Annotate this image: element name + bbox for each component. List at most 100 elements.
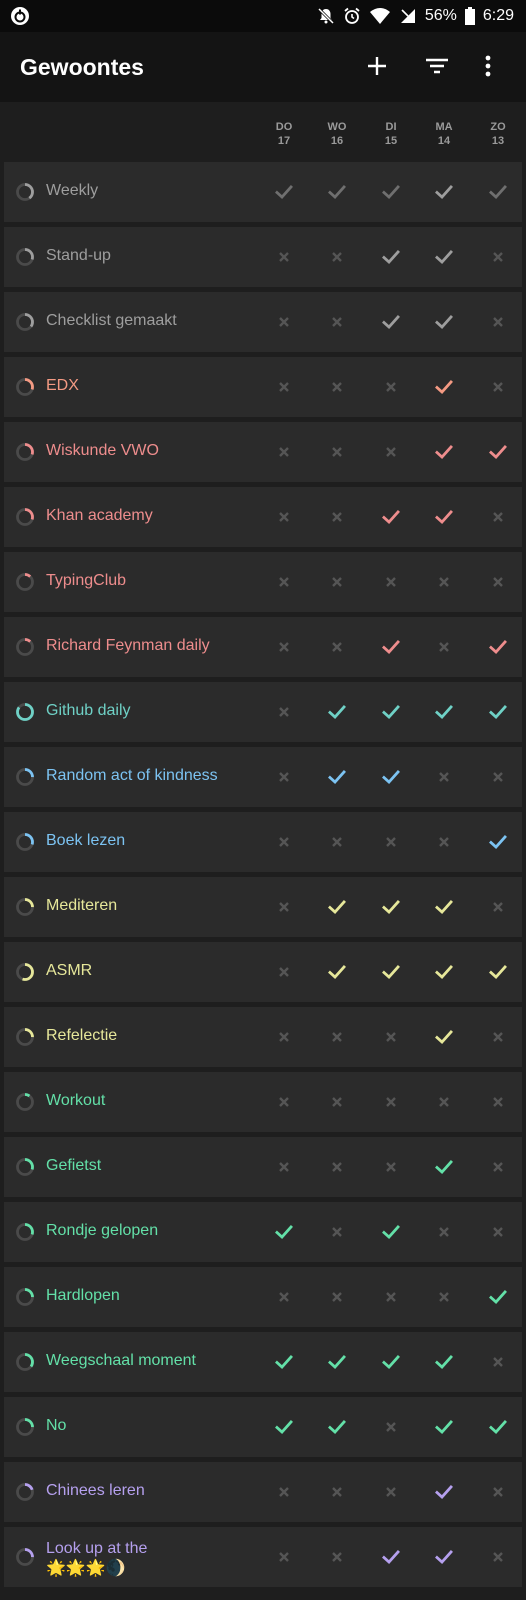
habit-check-cell[interactable] <box>434 767 454 787</box>
habit-check-cell[interactable] <box>434 962 454 982</box>
habit-check-cell[interactable] <box>434 1547 454 1567</box>
habit-check-cell[interactable] <box>488 962 508 982</box>
habit-check-cell[interactable] <box>274 247 294 267</box>
habit-check-cell[interactable] <box>381 1222 401 1242</box>
habit-check-cell[interactable] <box>274 1027 294 1047</box>
habit-check-cell[interactable] <box>381 247 401 267</box>
habit-row[interactable]: Look up at the 🌟🌟🌟🌒 <box>4 1527 522 1587</box>
habit-check-cell[interactable] <box>381 1157 401 1177</box>
habit-check-cell[interactable] <box>381 1027 401 1047</box>
habit-check-cell[interactable] <box>488 1092 508 1112</box>
habit-check-cell[interactable] <box>488 377 508 397</box>
habit-row[interactable]: Mediteren <box>4 877 522 937</box>
habit-check-cell[interactable] <box>274 312 294 332</box>
habit-check-cell[interactable] <box>488 507 508 527</box>
habit-check-cell[interactable] <box>274 637 294 657</box>
habit-check-cell[interactable] <box>274 1092 294 1112</box>
habit-check-cell[interactable] <box>381 1417 401 1437</box>
habit-check-cell[interactable] <box>327 1092 347 1112</box>
habit-check-cell[interactable] <box>381 1352 401 1372</box>
habit-check-cell[interactable] <box>274 377 294 397</box>
habit-check-cell[interactable] <box>488 1547 508 1567</box>
habit-check-cell[interactable] <box>381 377 401 397</box>
habit-check-cell[interactable] <box>381 1092 401 1112</box>
habit-check-cell[interactable] <box>488 1417 508 1437</box>
habit-check-cell[interactable] <box>434 377 454 397</box>
habit-check-cell[interactable] <box>327 1027 347 1047</box>
habit-row[interactable]: Khan academy <box>4 487 522 547</box>
habit-check-cell[interactable] <box>274 442 294 462</box>
habit-check-cell[interactable] <box>274 962 294 982</box>
habit-row[interactable]: Chinees leren <box>4 1462 522 1522</box>
habit-check-cell[interactable] <box>274 1287 294 1307</box>
habit-check-cell[interactable] <box>327 1547 347 1567</box>
habit-check-cell[interactable] <box>434 832 454 852</box>
habit-check-cell[interactable] <box>434 182 454 202</box>
habit-check-cell[interactable] <box>381 1482 401 1502</box>
habit-check-cell[interactable] <box>434 702 454 722</box>
habit-row[interactable]: ASMR <box>4 942 522 1002</box>
filter-button[interactable] <box>421 50 453 82</box>
habit-check-cell[interactable] <box>274 1417 294 1437</box>
habit-check-cell[interactable] <box>434 637 454 657</box>
habit-check-cell[interactable] <box>488 1482 508 1502</box>
habit-check-cell[interactable] <box>381 767 401 787</box>
habit-check-cell[interactable] <box>381 962 401 982</box>
habit-check-cell[interactable] <box>327 247 347 267</box>
habit-row[interactable]: No <box>4 1397 522 1457</box>
habit-check-cell[interactable] <box>488 572 508 592</box>
habit-check-cell[interactable] <box>327 442 347 462</box>
habit-check-cell[interactable] <box>434 1092 454 1112</box>
habit-check-cell[interactable] <box>434 1222 454 1242</box>
habit-row[interactable]: Github daily <box>4 682 522 742</box>
habit-check-cell[interactable] <box>488 637 508 657</box>
habit-check-cell[interactable] <box>488 1222 508 1242</box>
habit-check-cell[interactable] <box>381 312 401 332</box>
habit-row[interactable]: Rondje gelopen <box>4 1202 522 1262</box>
habit-check-cell[interactable] <box>434 1157 454 1177</box>
habit-row[interactable]: TypingClub <box>4 552 522 612</box>
habit-check-cell[interactable] <box>327 377 347 397</box>
habit-check-cell[interactable] <box>381 507 401 527</box>
habit-check-cell[interactable] <box>381 572 401 592</box>
habit-check-cell[interactable] <box>327 637 347 657</box>
habit-check-cell[interactable] <box>434 247 454 267</box>
habit-check-cell[interactable] <box>327 572 347 592</box>
habit-check-cell[interactable] <box>327 832 347 852</box>
habit-check-cell[interactable] <box>381 832 401 852</box>
habit-check-cell[interactable] <box>488 1287 508 1307</box>
habit-check-cell[interactable] <box>327 507 347 527</box>
habit-check-cell[interactable] <box>381 442 401 462</box>
habit-check-cell[interactable] <box>381 1287 401 1307</box>
habit-row[interactable]: Weekly <box>4 162 522 222</box>
habit-check-cell[interactable] <box>381 1547 401 1567</box>
habit-check-cell[interactable] <box>381 702 401 722</box>
habit-check-cell[interactable] <box>327 897 347 917</box>
habit-check-cell[interactable] <box>274 1222 294 1242</box>
habit-check-cell[interactable] <box>327 182 347 202</box>
habit-check-cell[interactable] <box>327 962 347 982</box>
habit-check-cell[interactable] <box>274 897 294 917</box>
habit-check-cell[interactable] <box>327 1287 347 1307</box>
habit-check-cell[interactable] <box>274 832 294 852</box>
habit-check-cell[interactable] <box>327 1222 347 1242</box>
habit-check-cell[interactable] <box>327 1482 347 1502</box>
habit-row[interactable]: Stand-up <box>4 227 522 287</box>
habit-check-cell[interactable] <box>327 702 347 722</box>
habit-check-cell[interactable] <box>381 897 401 917</box>
habit-check-cell[interactable] <box>274 1352 294 1372</box>
habit-check-cell[interactable] <box>434 1352 454 1372</box>
habit-check-cell[interactable] <box>488 832 508 852</box>
habit-row[interactable]: Wiskunde VWO <box>4 422 522 482</box>
habit-check-cell[interactable] <box>434 1287 454 1307</box>
habit-check-cell[interactable] <box>434 1027 454 1047</box>
habit-check-cell[interactable] <box>434 1482 454 1502</box>
habit-row[interactable]: EDX <box>4 357 522 417</box>
habit-row[interactable]: Boek lezen <box>4 812 522 872</box>
habit-check-cell[interactable] <box>488 312 508 332</box>
habit-check-cell[interactable] <box>488 182 508 202</box>
habit-row[interactable]: Checklist gemaakt <box>4 292 522 352</box>
habit-row[interactable]: Gefietst <box>4 1137 522 1197</box>
habit-check-cell[interactable] <box>434 1417 454 1437</box>
habit-row[interactable]: Richard Feynman daily <box>4 617 522 677</box>
